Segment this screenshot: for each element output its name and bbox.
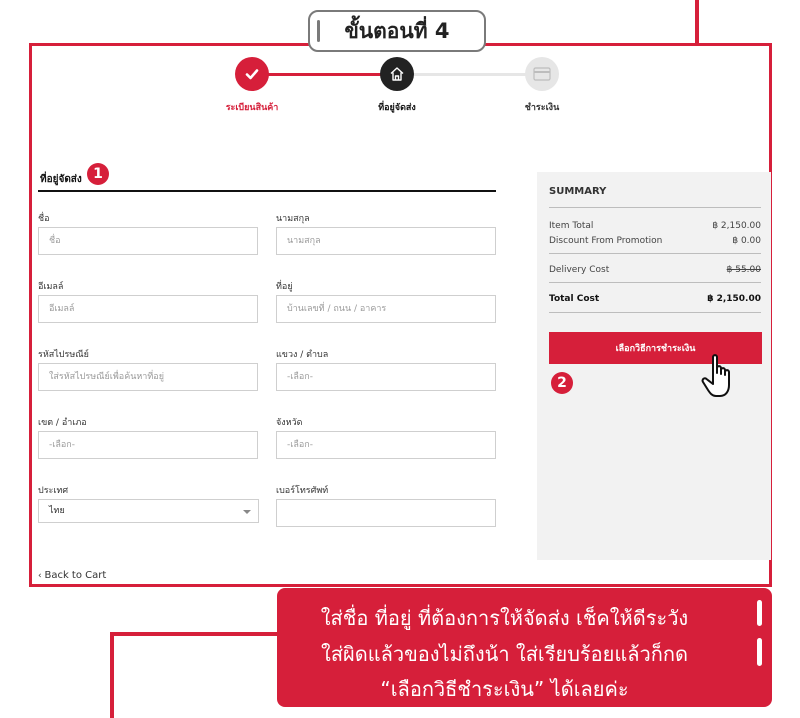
instruction-callout: ใส่ชื่อ ที่อยู่ ที่ต้องการให้จัดส่ง เช็ค… (277, 588, 772, 707)
summary-divider-4 (549, 312, 761, 313)
step-header-label: ขั้นตอนที่ 4 (344, 18, 450, 43)
summary-panel: SUMMARY Item Total ฿ 2,150.00 Discount F… (537, 172, 771, 560)
callout-bracket-bottom (757, 638, 762, 666)
subdistrict-label: แขวง / ตำบล (276, 350, 329, 360)
phone-label: เบอร์โทรศัพท์ (276, 486, 329, 496)
callout-line-3: “เลือกวิธีชำระเงิน” ได้เลยค่ะ (380, 677, 629, 701)
discount-value: ฿ 0.00 (732, 236, 761, 246)
step-address-circle[interactable] (380, 57, 414, 91)
postcode-input[interactable]: ใส่รหัสไปรษณีย์เพื่อค้นหาที่อยู่ (38, 363, 258, 391)
checkout-frame: ระเบียนสินค้า ที่อยู่จัดส่ง ชำระเงิน ที่… (29, 43, 772, 587)
section-title: ที่อยู่จัดส่ง (40, 174, 82, 185)
step-payment-circle[interactable] (525, 57, 559, 91)
section-badge: 1 (87, 163, 109, 185)
summary-divider-1 (549, 207, 761, 208)
summary-title: SUMMARY (549, 186, 607, 197)
province-label: จังหวัด (276, 418, 303, 428)
callout-line-2: ใส่ผิดแล้วของไม่ถึงน้า ใส่เรียบร้อยแล้วก… (321, 642, 688, 666)
last-name-input[interactable]: นามสกุล (276, 227, 496, 255)
delivery-row: Delivery Cost ฿ 55.00 (549, 265, 761, 275)
country-select[interactable]: ไทย (38, 499, 259, 523)
chevron-down-icon (243, 510, 251, 514)
summary-divider-2 (549, 253, 761, 254)
postcode-label: รหัสไปรษณีย์ (38, 350, 89, 360)
email-input[interactable]: อีเมลล์ (38, 295, 258, 323)
connector-line-bottom-v (110, 632, 114, 718)
item-total-row: Item Total ฿ 2,150.00 (549, 221, 761, 231)
subdistrict-select[interactable]: -เลือก- (276, 363, 496, 391)
connector-line-top (695, 0, 699, 46)
first-name-label: ชื่อ (38, 214, 50, 224)
email-label: อีเมลล์ (38, 282, 64, 292)
back-to-cart-label: Back to Cart (44, 570, 107, 581)
phone-input[interactable] (276, 499, 496, 527)
callout-bracket-top (757, 600, 762, 626)
country-label: ประเทศ (38, 486, 69, 496)
item-total-value: ฿ 2,150.00 (712, 221, 761, 231)
district-select[interactable]: -เลือก- (38, 431, 258, 459)
discount-label: Discount From Promotion (549, 236, 663, 246)
last-name-label: นามสกุล (276, 214, 310, 224)
step-header: ขั้นตอนที่ 4 (308, 10, 486, 52)
item-total-label: Item Total (549, 221, 594, 231)
connector-line-bottom-h (110, 632, 280, 636)
step-cart-label: ระเบียนสินค้า (225, 103, 279, 113)
total-value: ฿ 2,150.00 (707, 294, 761, 304)
address-input[interactable]: บ้านเลขที่ / ถนน / อาคาร (276, 295, 496, 323)
card-icon (533, 67, 551, 81)
total-label: Total Cost (549, 294, 600, 304)
check-icon (245, 69, 259, 80)
delivery-label: Delivery Cost (549, 265, 610, 275)
total-row: Total Cost ฿ 2,150.00 (549, 294, 761, 304)
country-value: ไทย (49, 506, 65, 516)
back-to-cart-link[interactable]: ‹ Back to Cart (38, 570, 106, 581)
discount-row: Discount From Promotion ฿ 0.00 (549, 236, 761, 246)
province-select[interactable]: -เลือก- (276, 431, 496, 459)
summary-divider-3 (549, 282, 761, 283)
home-icon (390, 67, 404, 81)
payment-badge: 2 (551, 372, 573, 394)
stepper-line-done (267, 73, 397, 76)
step-address-label: ที่อยู่จัดส่ง (378, 103, 416, 113)
delivery-value: ฿ 55.00 (726, 265, 761, 275)
step-payment-label: ชำระเงิน (524, 103, 560, 113)
first-name-input[interactable]: ชื่อ (38, 227, 258, 255)
step-cart-circle[interactable] (235, 57, 269, 91)
hand-pointer-icon (701, 354, 730, 397)
district-label: เขต / อำเภอ (38, 418, 87, 428)
stepper-line-pending (397, 73, 542, 76)
address-label: ที่อยู่ (276, 282, 293, 292)
callout-line-1: ใส่ชื่อ ที่อยู่ ที่ต้องการให้จัดส่ง เช็ค… (320, 606, 689, 630)
section-divider (38, 190, 496, 192)
